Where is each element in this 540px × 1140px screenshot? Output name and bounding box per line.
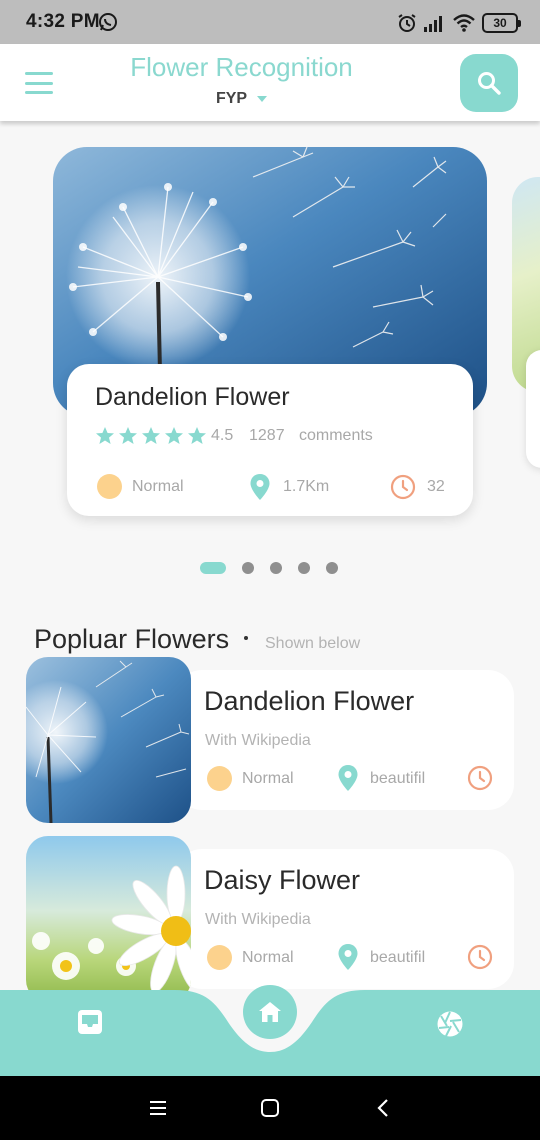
section-title: Popluar Flowers <box>34 624 230 654</box>
item-status: Normal <box>242 949 294 966</box>
item-name: Daisy Flower <box>204 865 361 895</box>
item-status: Normal <box>242 770 294 787</box>
status-bar: 4:32 PM 30 <box>0 0 540 44</box>
home-icon <box>259 1002 281 1022</box>
next-carousel-card[interactable] <box>526 350 540 468</box>
daisy-thumbnail <box>26 836 191 1002</box>
comments-link[interactable]: comments <box>299 427 373 445</box>
list-item[interactable]: Dandelion Flower With Wikipedia Normal b… <box>26 657 514 823</box>
featured-time: 32 <box>427 478 445 495</box>
featured-distance: 1.7Km <box>283 478 330 495</box>
rating-value: 4.5 <box>211 427 234 444</box>
rating-count: 1287 <box>249 427 285 444</box>
alarm-icon <box>398 14 416 32</box>
status-dot <box>97 474 122 499</box>
star-icon <box>142 427 160 444</box>
app-title: Flower Recognition <box>130 52 353 82</box>
caret-down-icon <box>257 95 268 102</box>
inbox-icon[interactable] <box>76 1008 104 1036</box>
featured-name: Dandelion Flower <box>95 383 290 411</box>
pager-dot[interactable] <box>326 562 338 574</box>
dandelion-thumbnail <box>26 657 191 823</box>
featured-status: Normal <box>132 478 184 495</box>
star-icon <box>188 427 206 444</box>
project-label: FYP <box>215 90 248 107</box>
home-button[interactable] <box>243 985 297 1039</box>
signal-icon <box>424 16 442 32</box>
clock-icon <box>467 944 493 970</box>
clock-icon <box>467 765 493 791</box>
system-nav-bar <box>0 1076 540 1140</box>
search-button[interactable] <box>460 54 518 112</box>
item-source: With Wikipedia <box>205 732 311 749</box>
item-tag: beautifil <box>370 949 426 966</box>
recents-icon[interactable] <box>146 1096 170 1120</box>
featured-meta: Normal 1.7Km 32 <box>97 474 457 500</box>
location-pin-icon <box>338 944 358 970</box>
item-tag: beautifil <box>370 770 426 787</box>
wifi-icon <box>453 14 475 32</box>
star-icon <box>119 427 137 444</box>
pager-dot[interactable] <box>200 562 226 574</box>
section-bullet <box>244 636 248 640</box>
item-source: With Wikipedia <box>205 911 311 928</box>
status-time: 4:32 PM <box>26 11 100 32</box>
status-icons: 30 <box>397 12 521 34</box>
app-header: Flower Recognition FYP <box>0 44 540 121</box>
battery-icon: 30 <box>482 13 521 33</box>
project-dropdown[interactable]: FYP <box>0 90 483 108</box>
carousel-pager <box>200 562 338 574</box>
search-icon <box>478 72 501 95</box>
featured-card[interactable]: Dandelion Flower 4.5 1287 comments Norma… <box>67 364 473 516</box>
list-item[interactable]: Daisy Flower With Wikipedia Normal beaut… <box>26 836 514 1002</box>
clock-icon <box>390 474 416 500</box>
back-icon[interactable] <box>372 1096 396 1120</box>
aperture-icon[interactable] <box>436 1010 464 1038</box>
pager-dot[interactable] <box>242 562 254 574</box>
status-dot <box>207 766 232 791</box>
location-pin-icon <box>250 474 270 500</box>
whatsapp-icon <box>99 13 117 31</box>
home-icon[interactable] <box>258 1096 282 1120</box>
bottom-nav <box>0 985 540 1076</box>
rating-stars <box>95 426 207 446</box>
star-icon <box>96 427 114 444</box>
status-dot <box>207 945 232 970</box>
item-name: Dandelion Flower <box>204 686 415 716</box>
pager-dot[interactable] <box>270 562 282 574</box>
star-icon <box>165 427 183 444</box>
location-pin-icon <box>338 765 358 791</box>
section-subtitle: Shown below <box>265 635 361 652</box>
pager-dot[interactable] <box>298 562 310 574</box>
